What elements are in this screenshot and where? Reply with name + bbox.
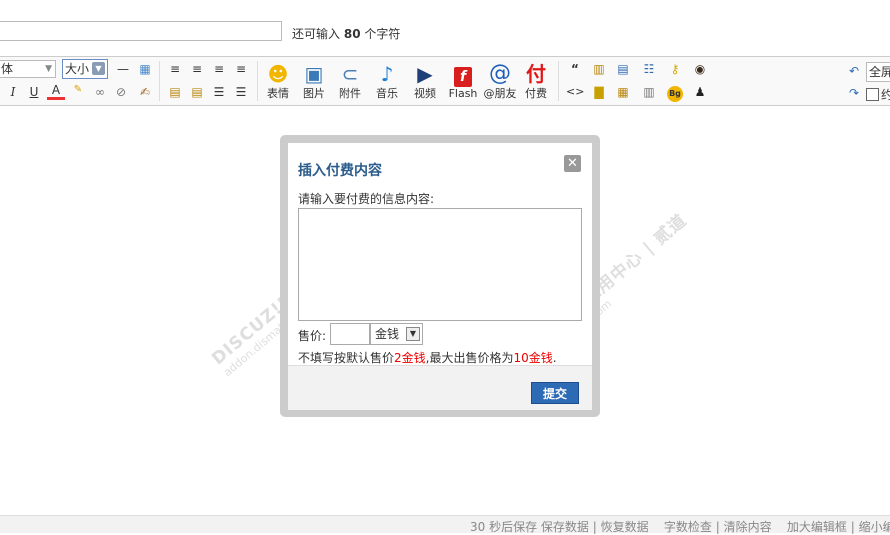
char-remaining-count: 80 [343, 27, 361, 41]
music-label: 音乐 [376, 87, 398, 100]
flash-button[interactable]: f Flash [445, 61, 481, 103]
max-price: 10金钱 [513, 351, 553, 365]
pay-icon: 付 [526, 62, 546, 86]
page-icon[interactable]: ▤ [614, 60, 632, 78]
dialog-footer: 提交 [288, 365, 592, 410]
char-remaining-counter: 还可输入 80 个字符 [292, 25, 400, 42]
redo-icon[interactable]: ↷ [845, 84, 863, 102]
font-family-select[interactable]: 体 ▼ [0, 60, 56, 78]
horizontal-rule-icon[interactable]: — [114, 60, 132, 78]
default-price: 2金钱 [394, 351, 426, 365]
price-label: 售价: [298, 329, 327, 343]
chevron-down-icon: ▼ [406, 327, 420, 341]
format-brush-icon[interactable]: ✍ [136, 83, 154, 101]
price-hint: 不填写按默认售价2金钱,最大出售价格为10金钱. [298, 349, 557, 366]
editor-toolbar: 体 ▼ 大小 ▼ — ▦ I U A ✎ ∞ ⊘ ✍ ≡ ≡ ≡ ≡ ▤ ▤ ☰… [0, 56, 890, 106]
quote-icon[interactable]: “ [566, 60, 584, 78]
paid-content-button[interactable]: 付 付费 [518, 61, 554, 103]
checkbox[interactable] [866, 88, 879, 101]
content-prompt: 请输入要付费的信息内容: [298, 192, 435, 206]
chevron-down-icon: ▼ [45, 64, 52, 74]
paid-content-label: 付费 [525, 87, 547, 100]
paid-content-dialog: 插入付费内容 ✕ 请输入要付费的信息内容: 售价: 金钱 ▼ 不填写按默认售价2… [280, 135, 600, 417]
lock-icon[interactable]: ▇ [590, 83, 608, 101]
currency-select[interactable]: 金钱 ▼ [370, 323, 423, 345]
music-note-icon: ♪ [380, 62, 394, 86]
emoticon-label: 表情 [267, 87, 289, 100]
font-size-select[interactable]: 大小 ▼ [62, 59, 108, 79]
dialog-title: 插入付费内容 [298, 163, 382, 179]
paid-content-textarea[interactable] [298, 208, 582, 321]
columns-icon[interactable]: ▥ [640, 83, 658, 101]
price-input[interactable] [330, 323, 370, 345]
video-button[interactable]: ▶ 视频 [407, 61, 443, 103]
font-size-value: 大小 [65, 62, 90, 76]
video-clapper-icon: ▶ [417, 62, 433, 86]
at-icon: @ [489, 61, 511, 86]
italic-icon[interactable]: I [4, 83, 22, 101]
align-left-icon[interactable]: ≡ [166, 60, 184, 78]
align-center-icon[interactable]: ≡ [188, 60, 206, 78]
music-button[interactable]: ♪ 音乐 [369, 61, 405, 103]
font-family-value: 体 [1, 62, 14, 76]
qq-penguin-icon[interactable]: ♟ [691, 83, 709, 101]
free-content-icon[interactable]: ▥ [590, 60, 608, 78]
flash-icon: f [445, 61, 481, 87]
background-music-icon[interactable]: Bg [666, 83, 684, 102]
chevron-down-icon: ▼ [92, 62, 105, 75]
float-left-icon[interactable]: ▤ [166, 83, 184, 101]
table-icon[interactable]: ▦ [136, 60, 154, 78]
float-right-icon[interactable]: ▤ [188, 83, 206, 101]
hint-end: . [552, 351, 557, 365]
camera-icon[interactable]: ◉ [691, 60, 709, 78]
hint-mid: ,最大出售价格为 [425, 351, 514, 365]
attachment-label: 附件 [339, 87, 361, 100]
attachment-button[interactable]: ⊂ 附件 [332, 61, 368, 103]
close-icon[interactable]: ✕ [564, 155, 581, 172]
mention-friend-button[interactable]: @ @朋友 [482, 61, 518, 103]
submit-button[interactable]: 提交 [531, 382, 579, 404]
align-justify-icon[interactable]: ≡ [232, 60, 250, 78]
paperclip-icon: ⊂ [341, 62, 359, 86]
flash-label: Flash [448, 87, 478, 100]
char-remaining-suffix: 个字符 [364, 27, 401, 41]
link-icon[interactable]: ∞ [91, 83, 109, 101]
unordered-list-icon[interactable]: ☰ [232, 83, 250, 101]
smiley-icon: ☻ [267, 62, 289, 86]
ordered-list-icon[interactable]: ☰ [210, 83, 228, 101]
underline-icon[interactable]: U [25, 83, 43, 101]
undo-icon[interactable]: ↶ [845, 62, 863, 80]
gallery-icon[interactable]: ▦ [614, 83, 632, 101]
emoticon-button[interactable]: ☻ 表情 [260, 61, 296, 103]
font-color-icon[interactable]: A [47, 83, 65, 100]
image-icon: ▣ [304, 62, 324, 86]
statusbar-links: 30 秒后保存 保存数据 | 恢复数据 字数检查 | 清除内容 加大编辑框 | … [470, 518, 890, 535]
checkbox-label: 约 [881, 88, 890, 102]
char-remaining-prefix: 还可输入 [292, 27, 341, 41]
align-right-icon[interactable]: ≡ [210, 60, 228, 78]
dialog-body: 插入付费内容 ✕ 请输入要付费的信息内容: 售价: 金钱 ▼ 不填写按默认售价2… [288, 143, 592, 410]
index-icon[interactable]: ☷ [640, 60, 658, 78]
key-icon[interactable]: ⚷ [666, 60, 684, 78]
fullscreen-label: 全屏 [869, 65, 890, 79]
code-icon[interactable]: <> [566, 83, 584, 101]
spellcheck-icon[interactable]: ✎ [69, 81, 87, 99]
image-button[interactable]: ▣ 图片 [296, 61, 332, 103]
image-label: 图片 [303, 87, 325, 100]
hint-prefix: 不填写按默认售价 [298, 351, 395, 365]
fullscreen-button[interactable]: 全屏 [866, 62, 890, 82]
subject-input[interactable] [0, 21, 282, 41]
unlink-icon[interactable]: ⊘ [112, 83, 130, 101]
video-label: 视频 [414, 87, 436, 100]
editor-statusbar: 30 秒后保存 保存数据 | 恢复数据 字数检查 | 清除内容 加大编辑框 | … [0, 515, 890, 535]
currency-value: 金钱 [375, 327, 400, 341]
mention-friend-label: @朋友 [483, 87, 517, 100]
